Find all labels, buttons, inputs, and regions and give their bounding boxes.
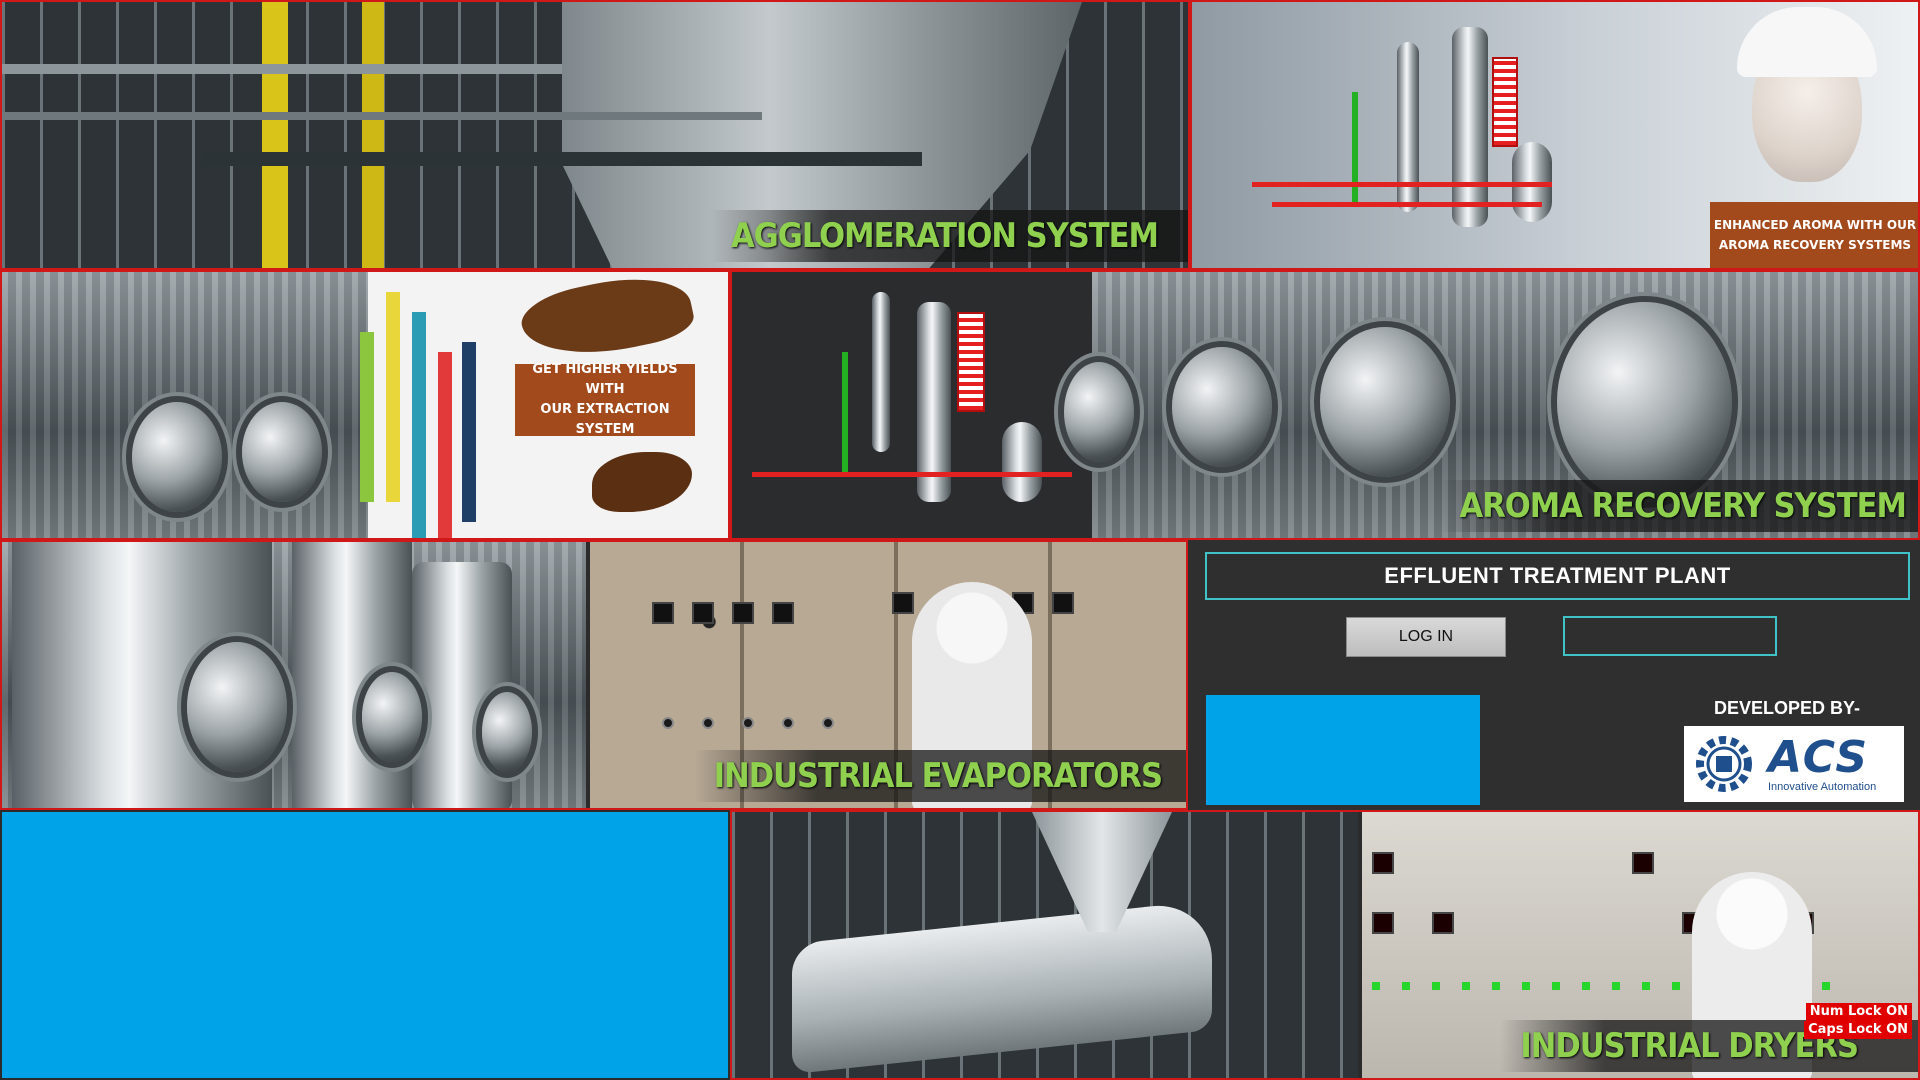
panel-indicator (1052, 592, 1074, 614)
panel-indicator (1372, 852, 1394, 874)
extraction-ad-line2: OUR EXTRACTION SYSTEM (540, 402, 670, 437)
logo-text: ACS (1768, 732, 1870, 783)
tile-industrial-dryers[interactable]: INDUSTRIAL DRYERS (730, 810, 1920, 1080)
tile-industrial-evaporators[interactable]: INDUSTRIAL EVAPORATORS (0, 540, 1188, 810)
porthole-shape (1320, 327, 1450, 477)
tank-shape (1002, 422, 1042, 502)
panel-indicator (652, 602, 674, 624)
column-shape (872, 292, 890, 452)
plant-title: EFFLUENT TREATMENT PLANT (1205, 552, 1910, 600)
vessel-shape (242, 402, 322, 502)
arrow-navy (462, 342, 476, 522)
green-pipe (842, 352, 848, 472)
extraction-ad-banner: GET HIGHER YIELDS WITH OUR EXTRACTION SY… (515, 362, 695, 437)
coffee-splash (516, 272, 698, 369)
extraction-ad-line1: GET HIGHER YIELDS WITH (532, 362, 678, 397)
developer-logo: ACS Innovative Automation (1684, 726, 1904, 802)
caption-aroma-recovery: AROMA RECOVERY SYSTEM (1439, 480, 1918, 532)
blue-display-panel (2, 812, 728, 1078)
panel-knob (742, 717, 754, 729)
logo-tagline: Innovative Automation (1768, 781, 1877, 793)
panel-knob (822, 717, 834, 729)
red-pipe (752, 472, 1072, 477)
porthole-shape (1064, 362, 1134, 462)
pipe (202, 152, 922, 166)
panel-indicator (892, 592, 914, 614)
panel-knob (782, 717, 794, 729)
porthole-shape (362, 672, 422, 762)
red-pipe (1252, 182, 1552, 187)
blue-display-box (1206, 695, 1480, 805)
login-button[interactable]: LOG IN (1346, 617, 1506, 657)
panel-indicator (1432, 912, 1454, 934)
panel-indicator (772, 602, 794, 624)
red-heat-exchanger (1492, 57, 1518, 147)
vessel-shape (132, 402, 222, 512)
porthole-shape (482, 692, 532, 772)
gear-icon (1696, 736, 1752, 792)
caption-evaporators: INDUSTRIAL EVAPORATORS (693, 750, 1186, 802)
caps-lock-indicator: Caps Lock ON (1804, 1021, 1912, 1039)
panel-knob (662, 717, 674, 729)
porthole-shape (1172, 347, 1272, 467)
caption-agglomeration: AGGLOMERATION SYSTEM (711, 210, 1188, 262)
panel-indicator (1372, 912, 1394, 934)
tile-extraction-ad[interactable]: GET HIGHER YIELDS WITH OUR EXTRACTION SY… (0, 270, 730, 540)
num-lock-indicator: Num Lock ON (1805, 1003, 1912, 1021)
arrow-green (360, 332, 374, 502)
porthole-shape (187, 642, 287, 772)
arrow-red (438, 352, 452, 538)
red-heat-exchanger (957, 312, 985, 412)
yellow-column (362, 2, 384, 268)
evaporator-cylinder (412, 562, 512, 808)
tile-agglomeration-system[interactable]: AGGLOMERATION SYSTEM (0, 0, 1190, 270)
panel-indicator (692, 602, 714, 624)
arrow-yellow (386, 292, 400, 502)
aroma-ad-line1: ENHANCED AROMA WITH OUR (1713, 218, 1917, 232)
panel-knob (702, 717, 714, 729)
tile-aroma-ad[interactable]: ENHANCED AROMA WITH OUR AROMA RECOVERY S… (1190, 0, 1920, 270)
pipe (2, 112, 762, 120)
panel-indicator (732, 602, 754, 624)
panel-indicator (1632, 852, 1654, 874)
tile-aroma-recovery-system[interactable]: AROMA RECOVERY SYSTEM (730, 270, 1920, 540)
coffee-splash (592, 452, 692, 512)
porthole-shape (1557, 302, 1732, 502)
developed-by-label: DEVELOPED BY- (1714, 698, 1861, 718)
pipe (2, 64, 562, 74)
user-input[interactable] (1563, 616, 1777, 656)
aroma-ad-line2: AROMA RECOVERY SYSTEMS (1718, 238, 1912, 252)
yellow-column (262, 2, 288, 268)
column-shape (1452, 27, 1488, 227)
aroma-ad-banner: ENHANCED AROMA WITH OUR AROMA RECOVERY S… (1710, 202, 1918, 268)
arrow-teal (412, 312, 426, 538)
red-pipe (1272, 202, 1542, 207)
woman-hat-shape (1737, 7, 1877, 77)
